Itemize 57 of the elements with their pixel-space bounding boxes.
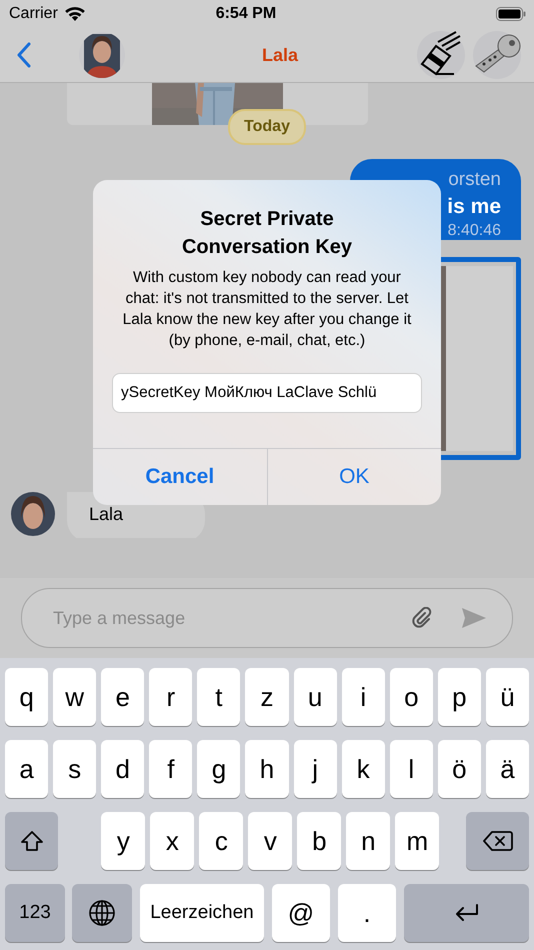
sender-name: orsten <box>448 169 501 191</box>
key-field[interactable]: ySecretKey МойКлюч LaClave Schlü <box>112 373 422 413</box>
sender-name: Lala <box>89 504 124 524</box>
letter-key[interactable]: f <box>149 740 192 798</box>
letter-key[interactable]: v <box>248 812 292 870</box>
letter-key[interactable]: s <box>53 740 96 798</box>
eraser-icon[interactable] <box>416 30 466 80</box>
letter-key[interactable]: p <box>438 668 481 726</box>
wifi-icon <box>64 6 86 22</box>
letter-key[interactable]: b <box>297 812 342 870</box>
key-icon[interactable] <box>472 30 522 80</box>
letter-key[interactable]: ä <box>486 740 530 798</box>
globe-icon <box>88 899 116 927</box>
letter-key[interactable]: i <box>342 668 385 726</box>
letter-key[interactable]: y <box>101 812 146 870</box>
message-text: is me <box>447 195 501 219</box>
chat-title: Lala <box>260 44 300 66</box>
letter-key[interactable]: e <box>101 668 144 726</box>
letter-key[interactable]: m <box>395 812 440 870</box>
space-key[interactable]: Leerzeichen <box>140 884 264 942</box>
numbers-key[interactable]: 123 <box>5 884 65 942</box>
back-icon[interactable] <box>16 42 32 68</box>
status-time: 6:54 PM <box>216 5 276 23</box>
date-badge: Today <box>228 109 306 145</box>
dialog-title: Secret Private Conversation Key <box>180 207 354 260</box>
letter-key[interactable]: o <box>390 668 433 726</box>
letter-key[interactable]: u <box>294 668 337 726</box>
letter-key[interactable]: q <box>5 668 48 726</box>
letter-key[interactable]: ü <box>486 668 530 726</box>
letter-key[interactable]: w <box>53 668 96 726</box>
letter-key[interactable]: k <box>342 740 385 798</box>
globe-key[interactable] <box>72 884 132 942</box>
letter-key[interactable]: c <box>199 812 244 870</box>
letter-key[interactable]: l <box>390 740 433 798</box>
letter-key[interactable]: g <box>197 740 240 798</box>
shift-icon <box>20 830 44 852</box>
shift-key[interactable] <box>5 812 58 870</box>
backspace-icon <box>482 830 513 852</box>
dialog-message: With custom key nobody can read your chat: it's not transmitted to the server. Let Lala know the new key after you change it (by phone, e-mail, chat, etc.) <box>122 268 412 351</box>
delete-key[interactable] <box>466 812 529 870</box>
battery-icon <box>496 7 526 21</box>
letter-key[interactable]: z <box>245 668 289 726</box>
paperclip-icon[interactable] <box>411 607 433 629</box>
symbol-key[interactable]: @ <box>272 884 330 942</box>
ok-button[interactable]: OK <box>266 449 441 505</box>
letter-key[interactable]: h <box>245 740 289 798</box>
letter-key[interactable]: t <box>197 668 240 726</box>
message-time: 8:40:46 <box>448 222 501 240</box>
letter-key[interactable]: n <box>346 812 390 870</box>
letter-key[interactable]: j <box>294 740 337 798</box>
symbol-key[interactable]: . <box>338 884 396 942</box>
letter-key[interactable]: a <box>5 740 48 798</box>
letter-key[interactable]: d <box>101 740 144 798</box>
letter-key[interactable]: r <box>149 668 192 726</box>
carrier-label: Carrier <box>9 5 58 23</box>
letter-key[interactable]: x <box>150 812 194 870</box>
letter-key[interactable]: ö <box>438 740 481 798</box>
